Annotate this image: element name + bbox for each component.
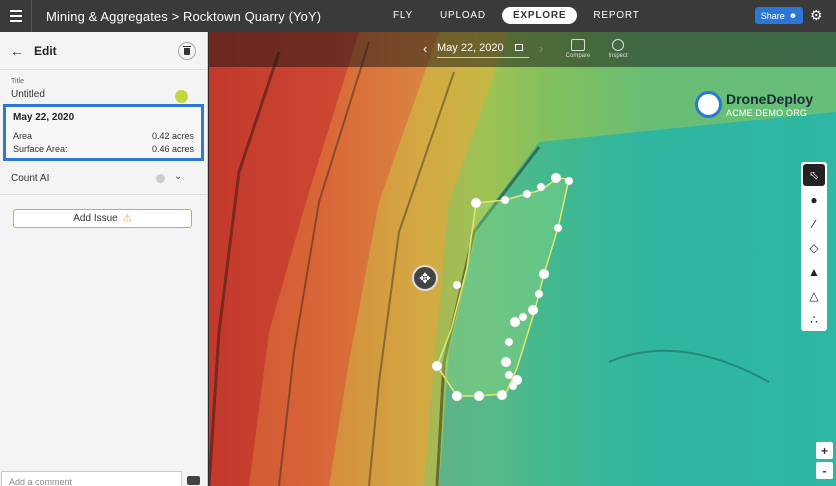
area-row: Area 0.42 acres bbox=[13, 131, 194, 141]
count-ai-label: Count AI bbox=[11, 173, 50, 184]
edit-sidebar: ← Edit Title Untitled May 22, 2020 Area … bbox=[0, 32, 208, 486]
share-button[interactable]: Share ☻ bbox=[755, 7, 803, 24]
surface-area-value: 0.46 acres bbox=[151, 144, 194, 154]
surface-area-label: Surface Area: bbox=[13, 144, 68, 154]
surface-area-row: Surface Area: 0.46 acres bbox=[13, 144, 194, 154]
compare-button[interactable]: Compare bbox=[561, 39, 595, 59]
next-date-icon[interactable]: › bbox=[539, 41, 543, 56]
add-user-icon: ☻ bbox=[788, 11, 798, 20]
project-title: Mining & Aggregates > Rocktown Quarry (Y… bbox=[46, 8, 322, 24]
org-name: ACME DEMO ORG bbox=[726, 108, 808, 118]
sidebar-heading: Edit bbox=[34, 43, 57, 58]
chevron-down-icon[interactable]: ⌄ bbox=[174, 171, 182, 182]
logo-name: DroneDeploy bbox=[726, 91, 814, 107]
warning-icon: ⚠ bbox=[122, 213, 132, 224]
title-label: Title bbox=[11, 78, 24, 85]
dronedeploy-logo: DroneDeploy ACME DEMO ORG bbox=[695, 90, 823, 120]
trash-icon[interactable] bbox=[178, 42, 196, 60]
nav-explore[interactable]: EXPLORE bbox=[501, 7, 578, 24]
color-picker[interactable] bbox=[175, 90, 188, 103]
date-value: May 22, 2020 bbox=[437, 42, 504, 54]
nav-fly[interactable]: FLY bbox=[382, 7, 424, 24]
terrain-icon[interactable]: △ bbox=[801, 284, 827, 308]
area-value: 0.42 acres bbox=[151, 131, 194, 141]
zoom-out-button[interactable]: - bbox=[816, 462, 833, 479]
compare-icon bbox=[571, 39, 585, 51]
date-bar: ‹ May 22, 2020 › Compare Inspect bbox=[209, 32, 836, 67]
nav-upload[interactable]: UPLOAD bbox=[429, 7, 497, 24]
map-view[interactable]: ‹ May 22, 2020 › Compare Inspect DroneDe… bbox=[209, 32, 836, 486]
add-issue-label: Add Issue bbox=[73, 213, 118, 224]
date-selector[interactable]: May 22, 2020 bbox=[437, 42, 529, 58]
measurement-date: May 22, 2020 bbox=[13, 112, 75, 123]
measurement-box: May 22, 2020 Area 0.42 acres Surface Are… bbox=[3, 104, 204, 161]
gear-icon[interactable]: ⚙ bbox=[810, 7, 823, 24]
previous-date-icon[interactable]: ‹ bbox=[423, 41, 427, 56]
compare-label: Compare bbox=[565, 53, 591, 59]
back-arrow-icon[interactable]: ← bbox=[10, 43, 24, 59]
divider bbox=[0, 194, 207, 195]
main-nav: FLY UPLOAD EXPLORE REPORT bbox=[382, 7, 656, 24]
nav-report[interactable]: REPORT bbox=[582, 7, 650, 24]
comment-input[interactable]: Add a comment bbox=[1, 471, 182, 486]
volume-icon[interactable]: ▲ bbox=[801, 260, 827, 284]
calendar-icon bbox=[515, 44, 523, 51]
share-label: Share bbox=[760, 10, 785, 21]
logo-icon bbox=[695, 91, 722, 118]
info-icon[interactable] bbox=[156, 174, 165, 183]
line-icon[interactable]: ∕ bbox=[801, 212, 827, 236]
zoom-in-button[interactable]: + bbox=[816, 442, 833, 459]
pin-icon[interactable]: ● bbox=[801, 188, 827, 212]
camera-icon[interactable] bbox=[187, 476, 200, 485]
area-icon[interactable]: ◇ bbox=[801, 236, 827, 260]
inspect-label: Inspect bbox=[608, 53, 628, 59]
magnifier-icon bbox=[612, 39, 624, 51]
move-icon[interactable]: ✥ bbox=[412, 265, 438, 291]
count-icon[interactable]: ∴ bbox=[801, 308, 827, 332]
sidebar-header: ← Edit bbox=[0, 32, 207, 70]
add-issue-button[interactable]: Add Issue ⚠ bbox=[13, 209, 192, 228]
inspect-button[interactable]: Inspect bbox=[601, 39, 635, 59]
measure-toolbar: ⬁ ● ∕ ◇ ▲ △ ∴ bbox=[801, 162, 827, 331]
title-input[interactable]: Untitled bbox=[11, 89, 45, 100]
area-label: Area bbox=[13, 131, 33, 141]
top-bar: Mining & Aggregates > Rocktown Quarry (Y… bbox=[0, 0, 836, 32]
select-icon[interactable]: ⬁ bbox=[803, 164, 825, 186]
menu-icon[interactable] bbox=[0, 0, 32, 32]
